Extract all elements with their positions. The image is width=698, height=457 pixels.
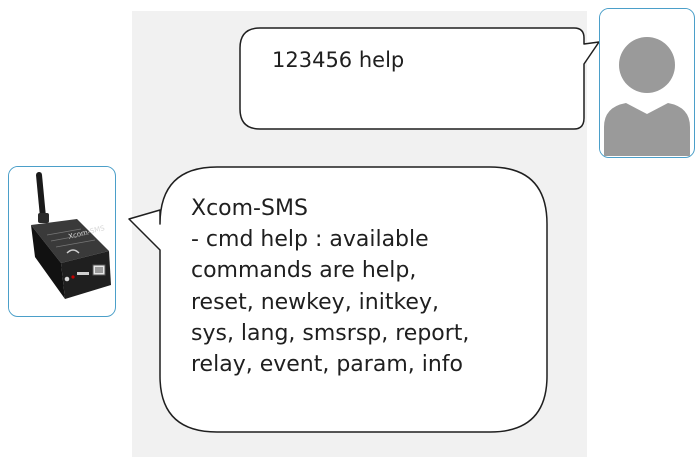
device-reply-line: - cmd help : available: [191, 227, 429, 253]
device-avatar: Xcom-SMS: [8, 166, 116, 317]
port-jack: [64, 276, 70, 282]
device-reply-text: Xcom-SMS - cmd help : available commands…: [191, 193, 469, 380]
port-led: [71, 275, 75, 279]
device-reply-line: sys, lang, smsrsp, report,: [191, 320, 470, 346]
gsm-modem-device-icon: Xcom-SMS: [9, 167, 114, 315]
device-reply-line: commands are help,: [191, 258, 417, 284]
user-avatar: [599, 8, 695, 158]
antenna-base: [38, 213, 49, 223]
device-reply-line: reset, newkey, initkey,: [191, 289, 439, 315]
port-slot: [77, 272, 89, 275]
person-avatar-icon: [600, 9, 693, 156]
device-reply-line: relay, event, param, info: [191, 352, 463, 378]
user-message-text: 123456 help: [272, 48, 405, 72]
antenna: [36, 172, 46, 220]
device-reply-line: Xcom-SMS: [191, 196, 308, 221]
sms-conversation-diagram: 123456 help Xcom-SMS - cmd help : availa…: [0, 0, 698, 457]
